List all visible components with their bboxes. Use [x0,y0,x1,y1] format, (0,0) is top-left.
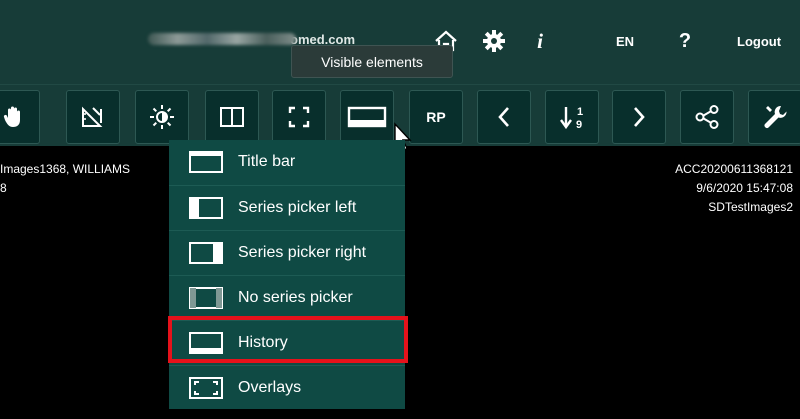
pan-tool-button[interactable] [0,90,40,144]
menu-item-label: No series picker [238,288,353,306]
sort-button[interactable]: 1 9 [545,90,599,144]
svg-text:9: 9 [576,119,582,131]
next-button[interactable] [612,90,666,144]
wrench-icon [761,103,789,131]
patient-name: Images1368, WILLIAMS [0,162,131,176]
language-button[interactable]: EN [610,26,640,56]
rp-label: RP [426,109,446,125]
no-series-picker-icon [188,286,224,309]
help-button[interactable]: ? [670,26,700,56]
title-bar-layout-icon [347,105,387,129]
menu-item-label: Title bar [238,153,296,170]
layout-tool-button[interactable] [205,90,259,144]
chevron-left-icon [494,104,514,130]
expand-icon [287,105,311,129]
blurred-email-part [148,33,296,45]
menu-item-label: Series picker left [238,198,357,216]
visible-elements-menu: Title bar Series picker left Series pick… [169,140,405,409]
hand-icon [2,105,24,129]
menu-item-series-picker-right[interactable]: Series picker right [169,230,405,274]
measure-tool-button[interactable] [66,90,120,144]
share-icon [694,104,720,130]
tooltip: Visible elements [291,45,453,78]
patient-extra: 8 [0,181,7,195]
study-datetime: 9/6/2020 15:47:08 [696,181,793,195]
menu-item-title-bar[interactable]: Title bar [169,140,405,184]
institution-name: SDTestImages2 [708,200,793,214]
split-layout-icon [219,106,245,128]
previous-button[interactable] [477,90,531,144]
series-picker-right-icon [188,241,224,264]
brightness-icon [149,104,175,130]
brightness-tool-button[interactable] [135,90,189,144]
menu-item-no-series-picker[interactable]: No series picker [169,275,405,319]
chevron-right-icon [629,104,649,130]
gear-icon[interactable] [479,26,509,56]
menu-item-overlays[interactable]: Overlays [169,365,405,409]
accession-number: ACC20200611368121 [675,162,793,176]
menu-item-label: Overlays [238,378,302,396]
menu-item-label: Series picker right [238,243,367,261]
svg-text:1: 1 [577,106,583,118]
series-picker-left-icon [188,196,224,219]
logout-button[interactable]: Logout [737,26,800,56]
overlays-icon [188,376,224,399]
visible-elements-button[interactable] [340,90,394,144]
share-button[interactable] [680,90,734,144]
ruler-icon [80,105,106,129]
patient-info: Images1368, WILLIAMS 8 [0,160,130,198]
menu-item-series-picker-left[interactable]: Series picker left [169,185,405,229]
rp-button[interactable]: RP [409,90,463,144]
history-highlight-box [168,316,408,363]
fullscreen-tool-button[interactable] [272,90,326,144]
info-button[interactable]: i [528,26,552,56]
sort-numeric-icon: 1 9 [558,103,586,131]
title-bar-icon [188,151,224,173]
study-info: ACC20200611368121 9/6/2020 15:47:08 SDTe… [675,160,793,217]
tools-button[interactable] [748,90,800,144]
